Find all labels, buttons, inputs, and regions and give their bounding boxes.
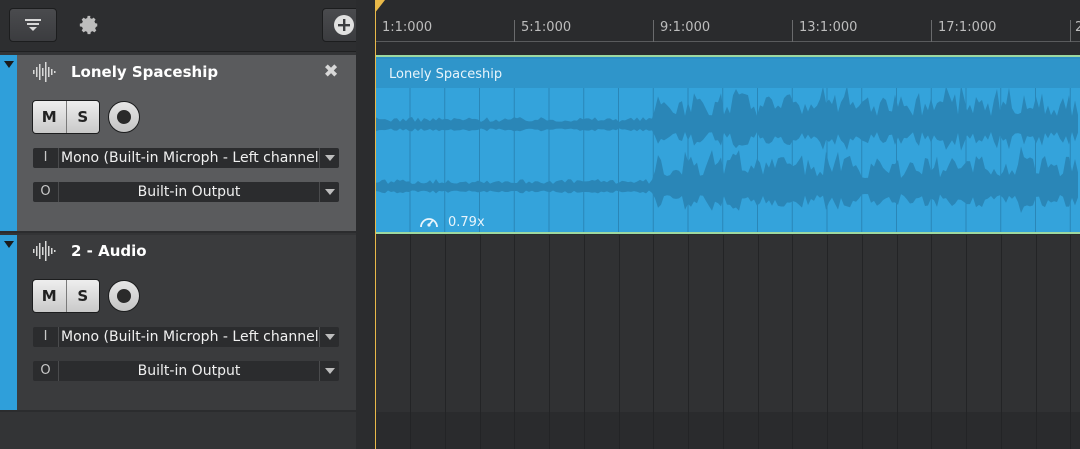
gear-icon[interactable] (78, 14, 100, 36)
output-select[interactable]: O Built-in Output (33, 361, 339, 381)
grid-line (1035, 235, 1037, 449)
output-value: Built-in Output (137, 363, 241, 379)
record-arm-button[interactable] (108, 280, 140, 312)
track-name[interactable]: 2 - Audio (71, 242, 147, 260)
add-track-icon (334, 15, 354, 35)
ruler-marker: 5:1:000 (521, 20, 572, 35)
clip-selection-bottom (375, 232, 1080, 234)
input-prefix: I (33, 327, 59, 347)
clip-name: Lonely Spaceship (389, 67, 503, 82)
grid-line (583, 235, 585, 449)
timeline-ruler[interactable]: 1:1:000 5:1:000 9:1:000 13:1:000 17:1:00… (375, 0, 1080, 42)
output-prefix: O (33, 361, 59, 381)
playhead[interactable] (375, 0, 376, 449)
ruler-tick (653, 20, 654, 42)
track-toolbar (0, 0, 366, 52)
empty-lane-area[interactable] (375, 412, 1080, 449)
grid-line (618, 235, 620, 449)
grid-line (444, 235, 446, 449)
arrange-timeline[interactable]: 1:1:000 5:1:000 9:1:000 13:1:000 17:1:00… (375, 0, 1080, 449)
ruler-tick (931, 20, 932, 42)
ruler-marker: 9:1:000 (660, 20, 711, 35)
grid-line (861, 235, 863, 449)
input-select[interactable]: I Mono (Built-in Microph - Left channel) (33, 327, 339, 347)
ruler-tick (514, 20, 515, 42)
output-prefix: O (33, 182, 59, 202)
panel-divider[interactable] (356, 0, 375, 449)
clip-speed-label: 0.79x (448, 215, 485, 230)
track-collapse-toggle[interactable] (0, 235, 17, 410)
mute-button[interactable]: M (33, 101, 66, 133)
clip-waveform (376, 88, 1078, 234)
grid-line (896, 235, 898, 449)
mute-button[interactable]: M (33, 280, 66, 312)
grid-line (514, 235, 516, 449)
track-name[interactable]: Lonely Spaceship (71, 63, 218, 81)
grid-line (827, 235, 828, 449)
grid-line (966, 235, 967, 449)
chevron-down-icon[interactable] (319, 182, 339, 202)
grid-line (757, 235, 759, 449)
audio-waveform-icon (33, 62, 56, 82)
input-prefix: I (33, 148, 59, 168)
input-value: Mono (Built-in Microph - Left channel) (61, 150, 319, 166)
grid-line (792, 235, 794, 449)
playhead-handle[interactable] (375, 0, 385, 14)
audio-waveform-icon (33, 241, 56, 261)
chevron-down-icon[interactable] (319, 327, 339, 347)
grid-line (479, 235, 481, 449)
mute-solo-group: M S (32, 279, 100, 313)
ruler-marker: 2 (1075, 20, 1080, 35)
track-menu-button[interactable] (9, 8, 57, 42)
track-collapse-toggle[interactable] (0, 55, 17, 231)
input-value: Mono (Built-in Microph - Left channel) (61, 329, 319, 345)
solo-button[interactable]: S (65, 280, 99, 312)
ruler-tick (792, 20, 793, 42)
ruler-marker: 1:1:000 (382, 20, 433, 35)
track-header-panel: Lonely Spaceship ✖ M S I Mono (Built-in … (0, 0, 366, 449)
grid-line (653, 235, 655, 449)
ruler-tick (1070, 20, 1071, 42)
clip-header[interactable]: Lonely Spaceship (376, 59, 1080, 88)
track-header-body (17, 235, 356, 410)
speedometer-icon[interactable] (418, 211, 440, 231)
track-header-2[interactable] (0, 235, 358, 412)
grid-line (931, 235, 933, 449)
output-select[interactable]: O Built-in Output (33, 182, 339, 202)
input-select[interactable]: I Mono (Built-in Microph - Left channel) (33, 148, 339, 168)
chevron-down-icon[interactable] (319, 361, 339, 381)
audio-clip[interactable]: Lonely Spaceship 0.79x (376, 57, 1080, 234)
ruler-marker: 17:1:000 (938, 20, 997, 35)
track-lane-2[interactable] (375, 235, 1080, 412)
grid-line (688, 235, 689, 449)
ruler-marker: 13:1:000 (799, 20, 858, 35)
chevron-down-icon[interactable] (319, 148, 339, 168)
grid-line (410, 235, 411, 449)
solo-button[interactable]: S (65, 101, 99, 133)
grid-line (722, 235, 724, 449)
output-value: Built-in Output (137, 184, 241, 200)
grid-line (1070, 235, 1072, 449)
grid-line (1000, 235, 1002, 449)
close-track-icon[interactable]: ✖ (322, 63, 340, 81)
track-menu-icon (25, 19, 41, 31)
mute-solo-group: M S (32, 100, 100, 134)
record-arm-button[interactable] (108, 101, 140, 133)
grid-line (549, 235, 550, 449)
